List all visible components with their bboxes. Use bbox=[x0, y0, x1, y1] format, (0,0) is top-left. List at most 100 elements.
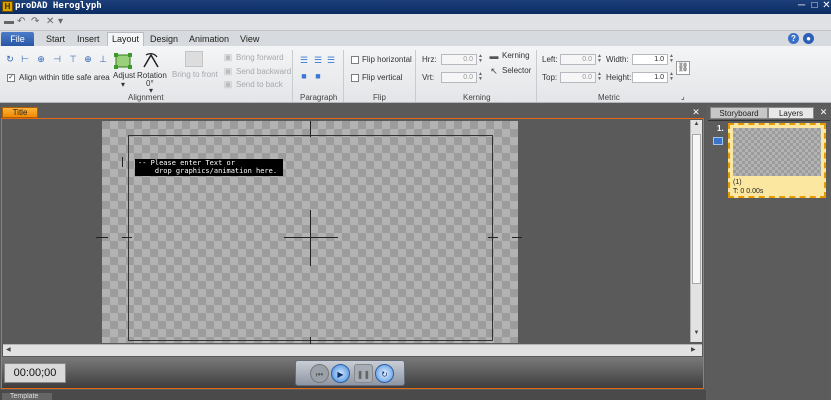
tab-storyboard[interactable]: Storyboard bbox=[710, 107, 768, 119]
tab-design[interactable]: Design bbox=[150, 33, 178, 46]
metric-expand-icon[interactable]: ⌟ bbox=[681, 92, 685, 101]
storyboard-card[interactable]: (1) T: 0 0.00s bbox=[728, 123, 826, 198]
tab-layers[interactable]: Layers bbox=[768, 107, 814, 119]
redo-icon[interactable]: ↷ bbox=[31, 16, 39, 27]
slide-number: 1. bbox=[717, 124, 724, 133]
center-crosshair bbox=[284, 237, 338, 238]
vertical-scroll-thumb[interactable] bbox=[692, 134, 701, 284]
bring-to-front-button[interactable]: Bring to front bbox=[172, 70, 218, 79]
cut-icon[interactable]: ✕ bbox=[46, 16, 54, 27]
selector-button[interactable]: Selector bbox=[502, 66, 531, 75]
left-label: Left: bbox=[542, 55, 558, 64]
adjust-button[interactable]: Adjust bbox=[113, 71, 135, 80]
align-top-icon[interactable]: ⊤ bbox=[68, 54, 78, 64]
center-crosshair bbox=[310, 210, 311, 266]
editor-close-icon[interactable]: ✕ bbox=[690, 107, 702, 118]
para-align-center-icon[interactable]: ☰ bbox=[313, 55, 323, 65]
vrt-spin-icon[interactable]: ▲ ▼ bbox=[478, 72, 484, 82]
safe-area-checkbox[interactable]: ✓ bbox=[7, 74, 15, 82]
flip-horizontal-label: Flip horizontal bbox=[362, 55, 412, 64]
send-to-back-button[interactable]: Send to back bbox=[236, 80, 283, 89]
align-reset-icon[interactable]: ↻ bbox=[5, 54, 15, 64]
para-align-left-icon[interactable]: ☰ bbox=[299, 55, 309, 65]
kerning-icon: ▬ bbox=[489, 51, 499, 61]
flip-vertical-checkbox[interactable] bbox=[351, 74, 359, 82]
play-icon[interactable]: ▶ bbox=[331, 364, 350, 383]
tab-layout[interactable]: Layout bbox=[107, 32, 145, 46]
send-backward-icon: ▣ bbox=[223, 66, 233, 76]
placeholder-text-object[interactable]: -- Please enter Text or drop graphics/an… bbox=[135, 159, 283, 176]
width-input[interactable]: 1.0 bbox=[632, 54, 668, 65]
loop-icon[interactable]: ↻ bbox=[375, 364, 394, 383]
paragraph-group-label: Paragraph bbox=[300, 93, 338, 102]
flip-horizontal-checkbox[interactable] bbox=[351, 56, 359, 64]
help-icon[interactable]: ? bbox=[788, 33, 799, 44]
hrz-spin-icon[interactable]: ▲ ▼ bbox=[478, 54, 484, 64]
width-spin-icon[interactable]: ▲ ▼ bbox=[669, 54, 675, 64]
pause-icon[interactable]: ❚❚ bbox=[354, 364, 373, 383]
text-cursor-mark bbox=[122, 157, 123, 167]
right-mark bbox=[512, 237, 522, 238]
ribbon-panel: ↻ ⊢ ⊕ ⊣ ⊤ ⊕ ⊥ ✓ Align within title safe … bbox=[0, 46, 831, 103]
height-input[interactable]: 1.0 bbox=[632, 72, 668, 83]
para-justify-icon[interactable]: ■ bbox=[299, 71, 309, 81]
hrz-input[interactable]: 0.0 bbox=[441, 54, 477, 65]
window-title: proDAD Heroglyph bbox=[15, 1, 102, 11]
horizontal-scrollbar[interactable]: ◀ ▶ bbox=[3, 344, 702, 356]
scroll-down-icon[interactable]: ▼ bbox=[692, 330, 701, 336]
adjust-dropdown-icon[interactable]: ▾ bbox=[121, 80, 125, 89]
bring-forward-icon: ▣ bbox=[223, 52, 233, 62]
kerning-button[interactable]: Kerning bbox=[502, 51, 530, 60]
bring-forward-button[interactable]: Bring forward bbox=[236, 53, 284, 62]
template-tab[interactable]: Template bbox=[2, 393, 52, 400]
tab-view[interactable]: View bbox=[240, 33, 259, 46]
rotation-icon[interactable] bbox=[140, 51, 162, 71]
para-fill-icon[interactable]: ■ bbox=[313, 71, 323, 81]
group-separator bbox=[343, 50, 344, 102]
left-input[interactable]: 0.0 bbox=[560, 54, 596, 65]
kerning-group-label: Kerning bbox=[463, 93, 491, 102]
scroll-up-icon[interactable]: ▲ bbox=[692, 121, 701, 127]
minimize-button[interactable]: ─ bbox=[795, 0, 808, 12]
rewind-icon[interactable]: ⏮ bbox=[310, 364, 329, 383]
bring-to-front-icon bbox=[185, 51, 203, 67]
left-spin-icon[interactable]: ▲ ▼ bbox=[597, 54, 603, 64]
customize-dropdown-icon[interactable]: ▾ bbox=[58, 16, 63, 27]
height-spin-icon[interactable]: ▲ ▼ bbox=[669, 72, 675, 82]
panel-close-icon[interactable]: ✕ bbox=[818, 107, 829, 118]
save-icon[interactable]: ▬ bbox=[4, 16, 14, 27]
adjust-icon[interactable] bbox=[112, 51, 134, 71]
tab-animation[interactable]: Animation bbox=[189, 33, 229, 46]
alignment-group-label: Alignment bbox=[128, 93, 164, 102]
undo-icon[interactable]: ↶ bbox=[17, 16, 25, 27]
quick-access-toolbar: ▬ ↶ ↷ ✕ ▾ bbox=[0, 14, 831, 31]
vrt-input[interactable]: 0.0 bbox=[441, 72, 477, 83]
link-aspect-icon[interactable]: ⛓ bbox=[676, 61, 690, 75]
hrz-label: Hrz: bbox=[422, 55, 437, 64]
group-separator bbox=[536, 50, 537, 102]
align-middle-icon[interactable]: ⊕ bbox=[83, 54, 93, 64]
tab-insert[interactable]: Insert bbox=[77, 33, 100, 46]
scroll-left-icon[interactable]: ◀ bbox=[6, 346, 11, 353]
align-right-icon[interactable]: ⊣ bbox=[52, 54, 62, 64]
para-align-right-icon[interactable]: ☰ bbox=[326, 55, 336, 65]
file-menu-button[interactable]: File bbox=[1, 32, 34, 46]
info-icon[interactable]: ● bbox=[803, 33, 814, 44]
send-backward-button[interactable]: Send backward bbox=[236, 67, 291, 76]
tab-start[interactable]: Start bbox=[46, 33, 65, 46]
top-spin-icon[interactable]: ▲ ▼ bbox=[597, 72, 603, 82]
top-input[interactable]: 0.0 bbox=[560, 72, 596, 83]
close-window-button[interactable]: ✕ bbox=[820, 0, 831, 12]
editor-tab-title[interactable]: Title bbox=[2, 107, 38, 118]
scroll-right-icon[interactable]: ▶ bbox=[691, 346, 696, 353]
align-left-icon[interactable]: ⊢ bbox=[20, 54, 30, 64]
align-bottom-icon[interactable]: ⊥ bbox=[98, 54, 108, 64]
top-center-mark bbox=[310, 121, 311, 137]
vrt-label: Vrt: bbox=[422, 73, 435, 82]
left-safe-mark bbox=[122, 237, 132, 238]
card-index: (1) bbox=[733, 179, 742, 186]
ribbon-tabs: File Start Insert Layout Design Animatio… bbox=[0, 31, 831, 46]
vertical-scrollbar[interactable]: ▲ ▼ bbox=[690, 120, 702, 342]
align-center-h-icon[interactable]: ⊕ bbox=[36, 54, 46, 64]
width-label: Width: bbox=[606, 55, 629, 64]
